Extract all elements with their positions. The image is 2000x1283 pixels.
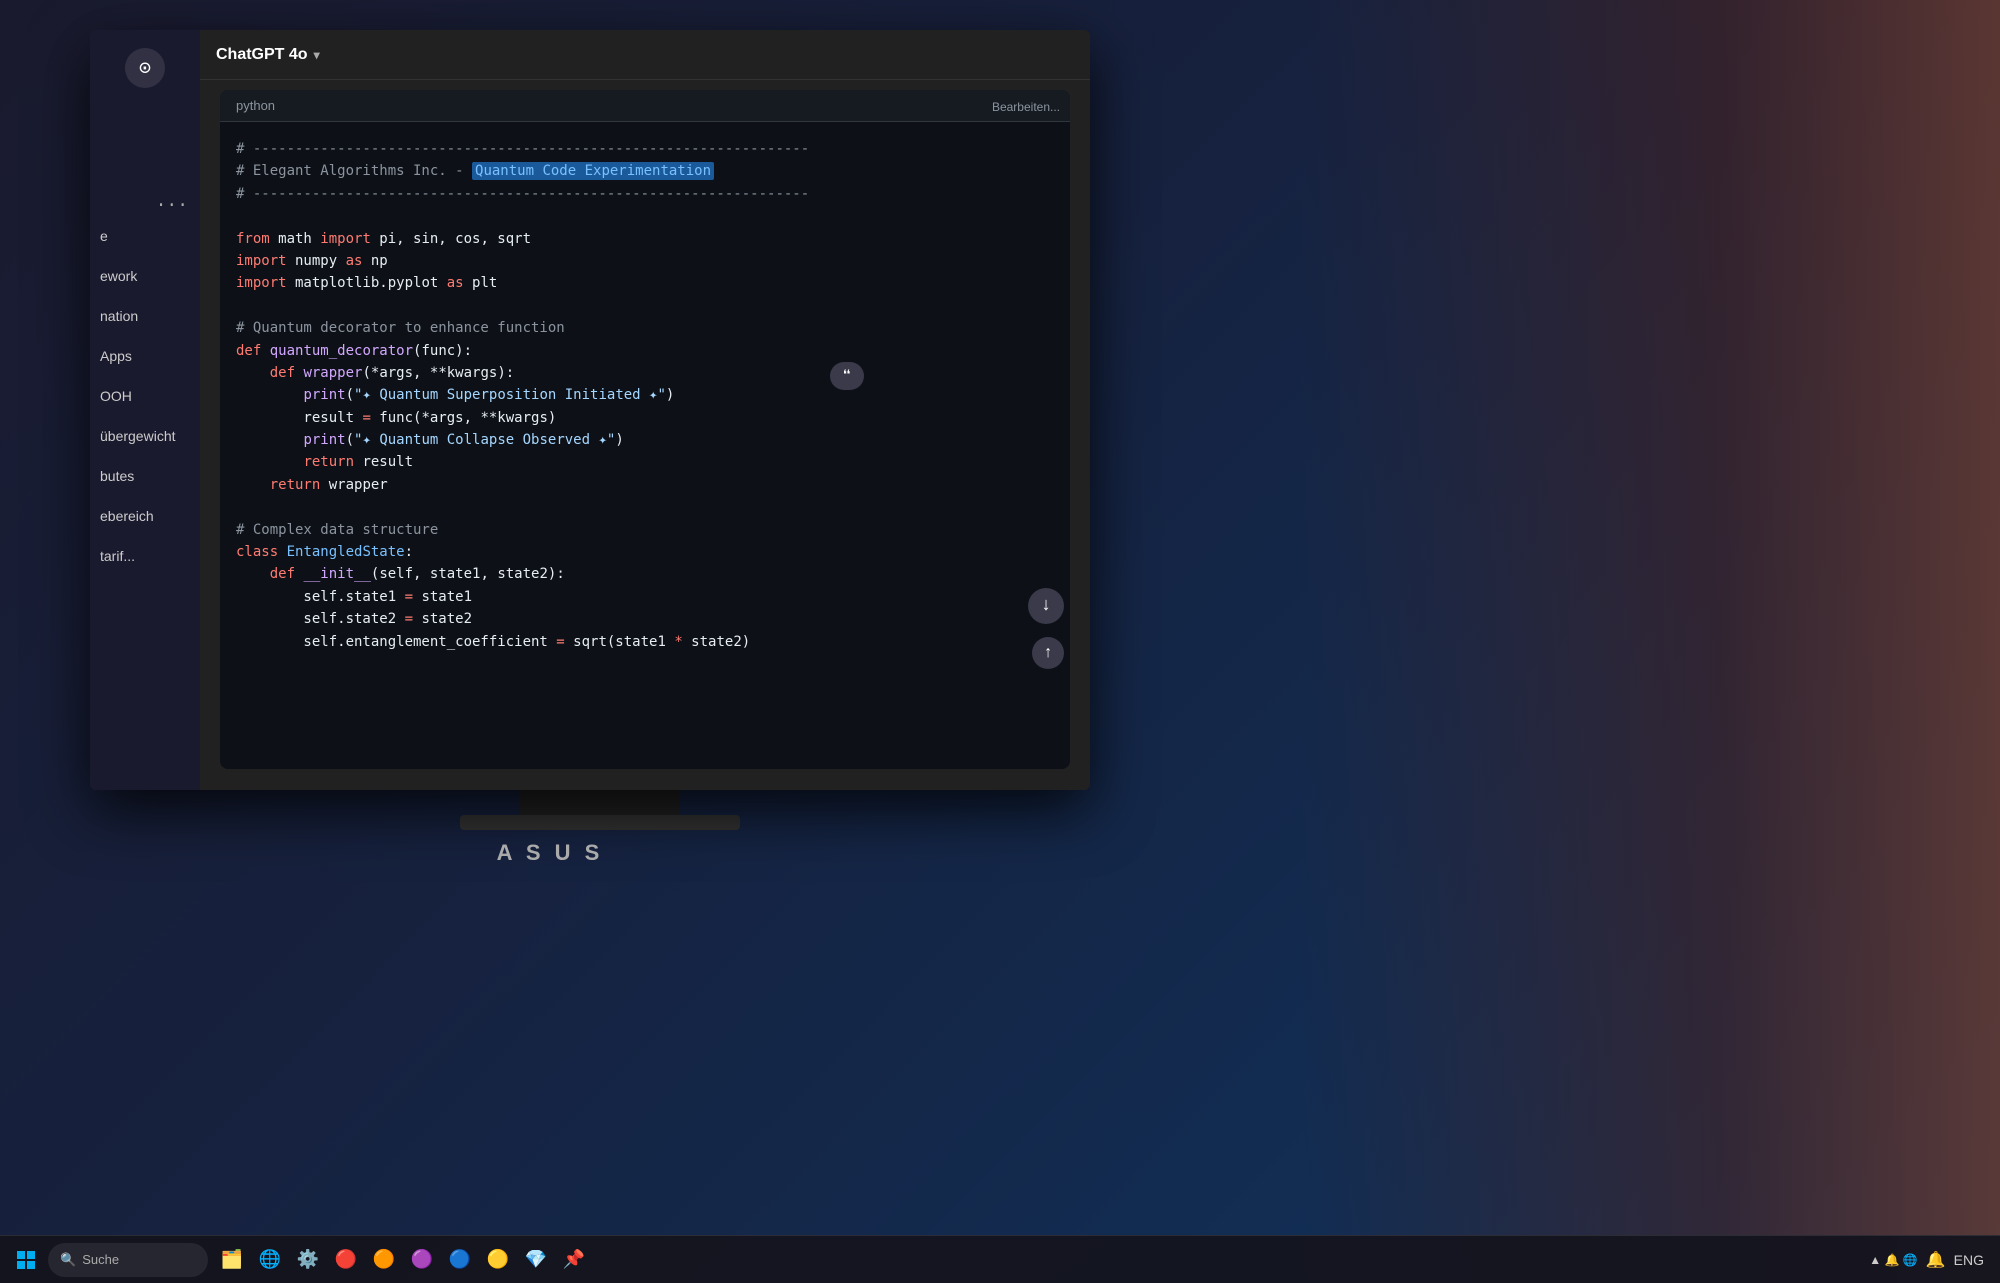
taskbar-icon-7[interactable]: 🔵 [444,1244,476,1276]
code-line-17 [236,496,1054,518]
quote-icon: ❝ [842,368,852,386]
taskbar-icon-10[interactable]: 📌 [558,1244,590,1276]
scroll-up-icon: ↑ [1043,644,1053,662]
code-line-13: result = func(*args, **kwargs) [236,407,1054,429]
start-button[interactable] [8,1242,44,1278]
taskbar-app-icons: 🗂️ 🌐 ⚙️ 🔴 🟠 🟣 🔵 🟡 💎 📌 [216,1244,590,1276]
code-line-7: import matplotlib.pyplot as plt [236,272,1054,294]
sidebar-item-apps[interactable]: Apps [90,336,200,376]
search-icon: 🔍 [60,1252,76,1268]
code-block-header: python Bearbeiten... [220,90,1070,122]
monitor-bezel: ⊙ ··· e ework nation Apps [90,30,1090,790]
code-line-9: # Quantum decorator to enhance function [236,317,1054,339]
taskbar-icon-6[interactable]: 🟣 [406,1244,438,1276]
tray-icons: ▲ 🔔 🌐 [1869,1253,1917,1267]
code-line-8 [236,295,1054,317]
code-line-15: return result [236,451,1054,473]
sidebar-item-nation[interactable]: nation [90,296,200,336]
code-line-22: self.state2 = state2 [236,608,1054,630]
scroll-up-button[interactable]: ↑ [1032,637,1064,669]
code-edit-button[interactable]: Bearbeiten... [992,100,1060,114]
chatgpt-input-area: 📎 Sende eine Nachricht an ChatGPT ↑ Chat… [200,779,1090,790]
person-silhouette [1300,0,2000,1283]
sidebar-item-ework[interactable]: ework [90,256,200,296]
windows-logo-icon [16,1250,36,1270]
asus-logo: A S U S [470,840,630,866]
taskbar-edge-icon[interactable]: 🌐 [254,1244,286,1276]
sidebar-more-button[interactable]: ··· [90,196,200,216]
code-line-12: print("✦ Quantum Superposition Initiated… [236,384,1054,406]
chatgpt-logo: ⊙ [125,48,165,88]
model-name: ChatGPT 4o [216,46,308,64]
sidebar-item-ooh[interactable]: OOH [90,376,200,416]
asus-brand-text: A S U S [497,840,604,865]
code-language-label: python [236,98,275,113]
code-line-1: # --------------------------------------… [236,138,1054,160]
taskbar-settings-icon[interactable]: ⚙️ [292,1244,324,1276]
code-line-23: self.entanglement_coefficient = sqrt(sta… [236,631,1054,653]
code-line-2: # Elegant Algorithms Inc. - Quantum Code… [236,160,1054,182]
code-line-21: self.state1 = state1 [236,586,1054,608]
quote-button[interactable]: ❝ [830,362,864,390]
taskbar-explorer-icon[interactable]: 🗂️ [216,1244,248,1276]
model-selector[interactable]: ChatGPT 4o ▾ [216,46,320,64]
logo-icon: ⊙ [139,55,151,81]
sidebar-item-butes[interactable]: butes [90,456,200,496]
chevron-down-icon: ▾ [314,48,320,62]
code-content[interactable]: # --------------------------------------… [220,122,1070,759]
language-icon: ENG [1954,1252,1984,1268]
code-line-10: def quantum_decorator(func): [236,340,1054,362]
taskbar-icon-9[interactable]: 💎 [520,1244,552,1276]
search-label: Suche [82,1252,119,1267]
code-block: python Bearbeiten... # -----------------… [220,90,1070,769]
taskbar-icon-4[interactable]: 🔴 [330,1244,362,1276]
system-tray: ▲ 🔔 🌐 🔔 ENG [1869,1250,1992,1270]
scroll-down-icon: ↓ [1041,596,1052,616]
code-line-3: # --------------------------------------… [236,183,1054,205]
monitor-screen: ⊙ ··· e ework nation Apps [90,30,1090,790]
code-line-14: print("✦ Quantum Collapse Observed ✦") [236,429,1054,451]
taskbar-search-bar[interactable]: 🔍 Suche [48,1243,208,1277]
code-line-18: # Complex data structure [236,519,1054,541]
code-line-11: def wrapper(*args, **kwargs): [236,362,1054,384]
monitor-stand [520,788,680,818]
chatgpt-sidebar: ⊙ ··· e ework nation Apps [90,30,200,790]
windows-taskbar: 🔍 Suche 🗂️ 🌐 ⚙️ 🔴 🟠 🟣 🔵 🟡 💎 📌 ▲ 🔔 🌐 🔔 EN… [0,1235,2000,1283]
chatgpt-header: ChatGPT 4o ▾ [200,30,1090,80]
code-line-20: def __init__(self, state1, state2): [236,563,1054,585]
code-line-16: return wrapper [236,474,1054,496]
sidebar-item-e[interactable]: e [90,216,200,256]
sidebar-item-tarif[interactable]: tarif... [90,536,200,576]
notification-icon[interactable]: 🔔 [1926,1250,1946,1270]
taskbar-icon-8[interactable]: 🟡 [482,1244,514,1276]
code-line-5: from math import pi, sin, cos, sqrt [236,228,1054,250]
sidebar-item-ebereich[interactable]: ebereich [90,496,200,536]
sidebar-item-uebergewicht[interactable]: übergewicht [90,416,200,456]
scroll-down-button[interactable]: ↓ [1028,588,1064,624]
monitor-base [460,815,740,830]
code-line-4 [236,205,1054,227]
chatgpt-main-panel: ChatGPT 4o ▾ python Bearbeiten... # ----… [200,30,1090,790]
code-block-container: python Bearbeiten... # -----------------… [200,80,1090,779]
code-line-19: class EntangledState: [236,541,1054,563]
more-icon: ··· [156,196,188,216]
code-line-6: import numpy as np [236,250,1054,272]
taskbar-icon-5[interactable]: 🟠 [368,1244,400,1276]
